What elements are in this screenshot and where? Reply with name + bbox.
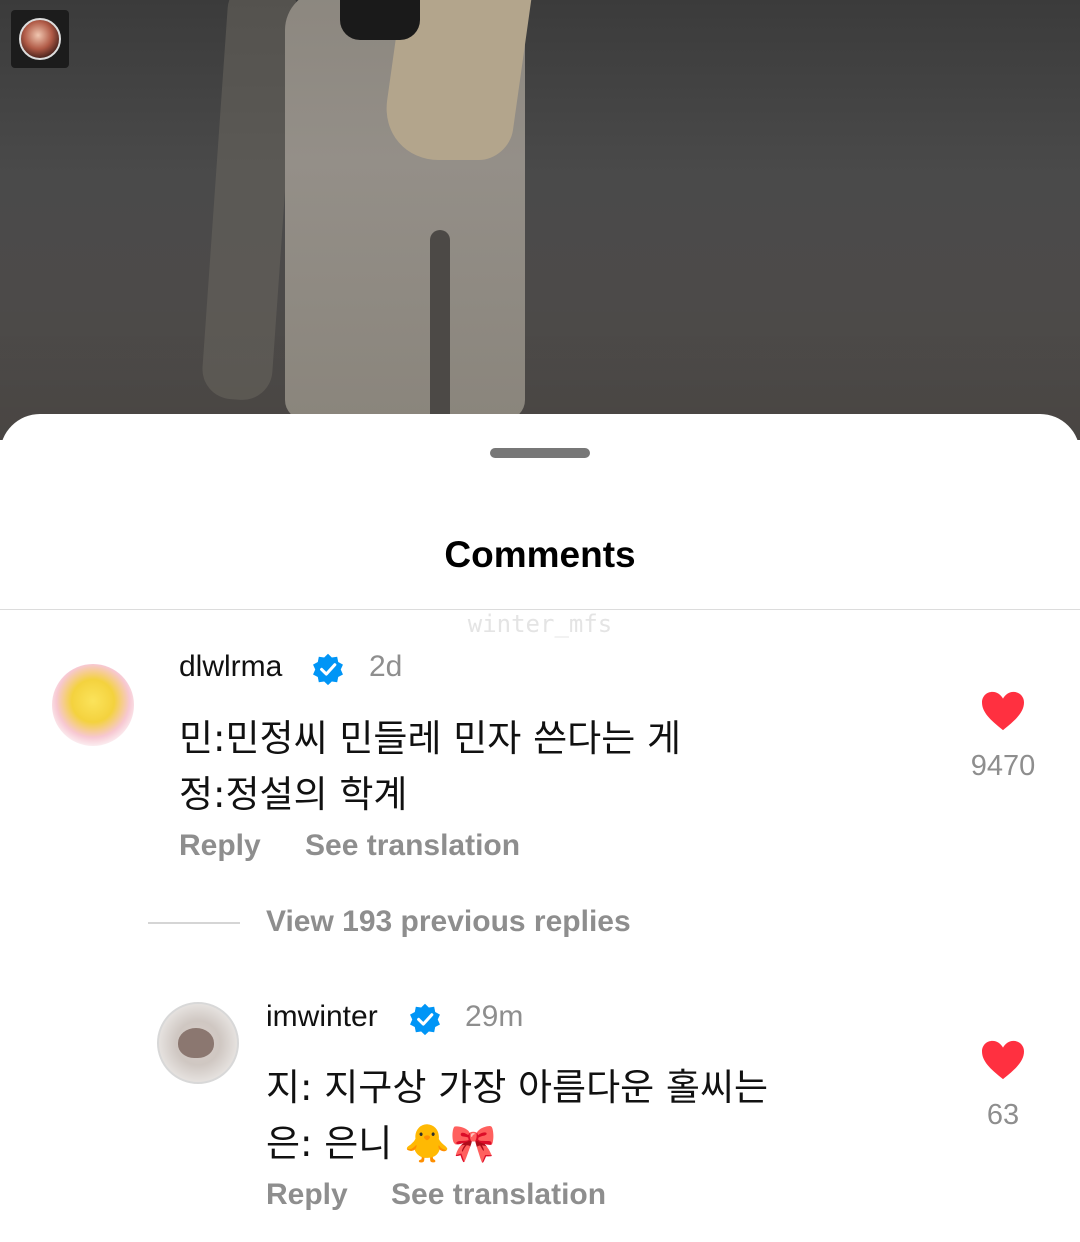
view-previous-replies-button[interactable]: View 193 previous replies — [266, 905, 631, 939]
verified-badge-icon — [313, 653, 343, 686]
sheet-drag-handle[interactable] — [490, 448, 590, 458]
video-figure-top — [340, 0, 420, 40]
comment-avatar-dlwlrma[interactable] — [52, 664, 134, 746]
creator-avatar-thumbnail[interactable] — [11, 10, 69, 68]
reply-button[interactable]: Reply — [179, 829, 261, 863]
watermark-text: winter_mfs — [467, 610, 613, 638]
like-count: 63 — [986, 1099, 1020, 1131]
video-figure-leg-gap — [430, 230, 450, 430]
sheet-title: Comments — [444, 534, 636, 575]
replies-connector-line — [148, 922, 240, 924]
avatar-face-shape — [178, 1028, 214, 1058]
comments-sheet: Comments winter_mfs dlwlrma 2d 민:민정씨 민들레… — [0, 414, 1080, 1242]
creator-avatar-image — [19, 18, 61, 60]
reply-button[interactable]: Reply — [266, 1178, 348, 1212]
heart-icon[interactable] — [980, 690, 1026, 732]
like-count: 9470 — [970, 750, 1036, 782]
comment-username[interactable]: imwinter — [266, 1000, 378, 1034]
comment-time: 29m — [465, 1000, 524, 1033]
comment-text-line-1: 민:민정씨 민들레 민자 쓴다는 게 — [179, 717, 682, 760]
verified-badge-icon — [410, 1003, 440, 1036]
see-translation-button[interactable]: See translation — [305, 829, 520, 863]
comment-username[interactable]: dlwlrma — [179, 650, 282, 684]
comment-text-line-2: 은: 은니 🐥🎀 — [266, 1122, 497, 1165]
comment-text-line-2: 정:정설의 학계 — [179, 773, 408, 816]
heart-icon[interactable] — [980, 1039, 1026, 1081]
comment-text-line-1: 지: 지구상 가장 아름다운 홀씨는 — [266, 1066, 769, 1109]
comment-time: 2d — [369, 650, 403, 683]
video-preview[interactable] — [0, 0, 1080, 440]
see-translation-button[interactable]: See translation — [391, 1178, 606, 1212]
